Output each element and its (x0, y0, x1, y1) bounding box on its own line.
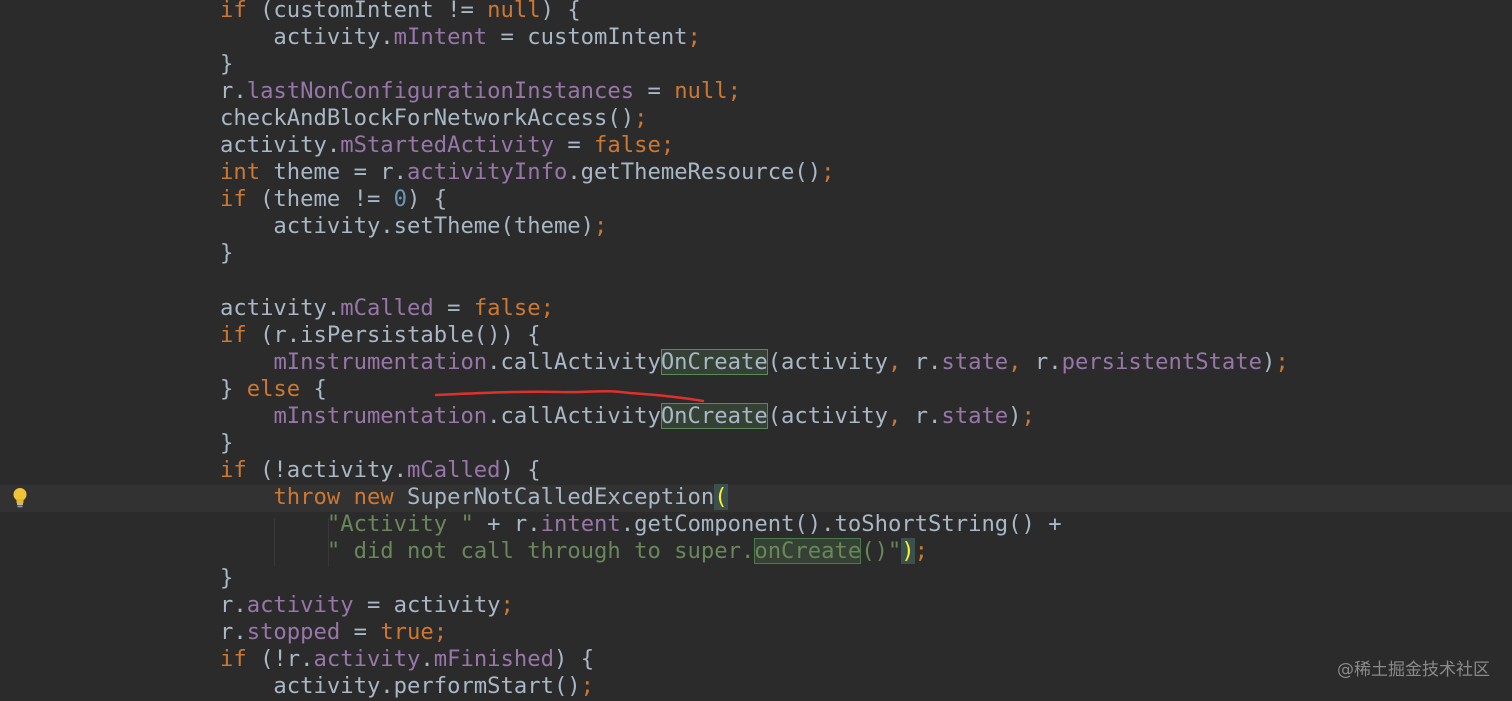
watermark: @稀土掘金技术社区 (1337, 660, 1490, 680)
red-underline-annotation (434, 389, 705, 403)
code-editor[interactable]: if (customIntent != null) { activity.mIn… (0, 0, 1512, 701)
